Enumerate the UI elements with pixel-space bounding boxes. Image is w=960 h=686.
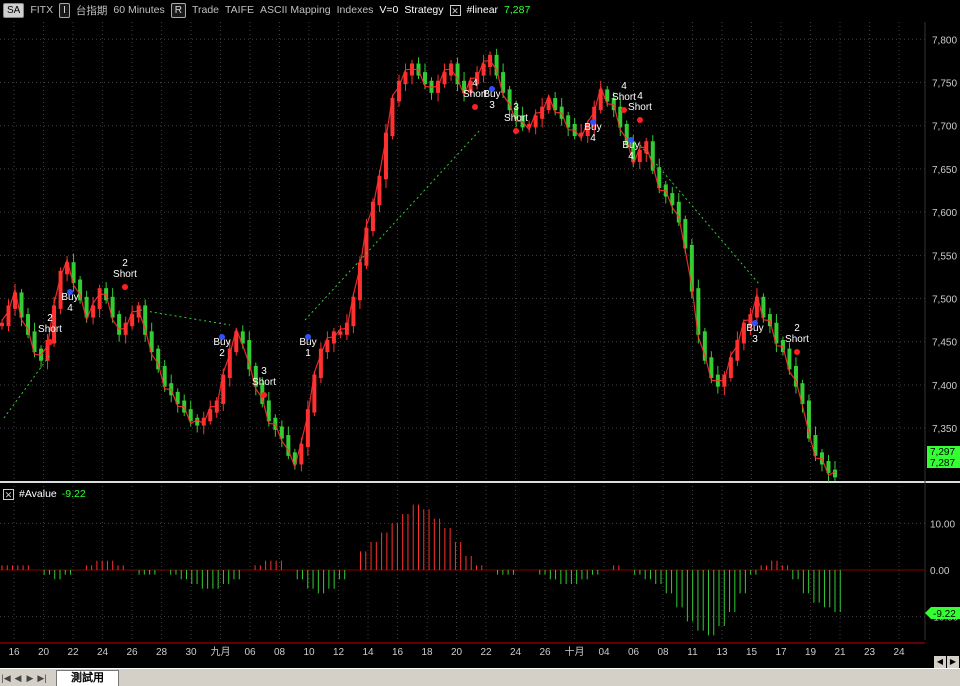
sheet-tab[interactable]: 測試用 [56,669,119,686]
horizontal-scrollbar[interactable]: ◀ ▶ [0,656,960,668]
candle-body [97,288,102,309]
signal-label: Short [785,334,809,345]
signal-marker [47,339,53,345]
signal-marker [637,117,643,123]
price-tick-label: 7,400 [932,381,957,392]
signal-marker [513,128,519,134]
candle-body [494,54,499,76]
osc-tick-label: 10.00 [930,519,955,530]
signal-number: 2 [47,313,53,324]
signal-marker [261,392,267,398]
candle-body [793,365,798,387]
price-tick-label: 7,350 [932,424,957,435]
candle-body [338,331,343,335]
candle-body [195,417,200,426]
signal-number: 4 [628,151,634,162]
candle-body [156,348,161,370]
signal-label: Buy [299,337,316,348]
osc-last-label: -9.22 [933,609,956,620]
last-sheet-icon[interactable]: ▶| [36,671,48,685]
signal-label: Short [252,377,276,388]
signal-label: Short [628,102,652,113]
oscillator-header: ✕ #Avalue -9.22 [3,487,86,501]
close-oscillator-icon[interactable]: ✕ [3,488,14,500]
price-tick-label: 7,600 [932,208,957,219]
signal-label: Buy [746,323,763,334]
signal-marker [122,284,128,290]
signal-marker [794,349,800,355]
candle-body [26,314,31,335]
signal-number: 4 [637,91,643,102]
signal-label: Buy [584,122,601,133]
signal-label: Buy [61,292,78,303]
signal-number: 4 [590,133,596,144]
prev-sheet-icon[interactable]: ◀ [12,671,24,685]
candle-body [0,322,4,327]
signal-number: 4 [472,78,478,89]
oscillator-name[interactable]: #Avalue [19,488,57,500]
signal-label: Buy [483,89,500,100]
price-tick-label: 7,650 [932,165,957,176]
signal-number: 2 [219,348,225,359]
signal-label: Short [504,113,528,124]
signal-number: 2 [122,258,128,269]
trend-dotted-line [304,129,481,321]
sheet-tab-bar: |◀ ◀ ▶ ▶| 測試用 [0,668,960,686]
price-chart[interactable]: 7,800 7,750 7,700 7,650 7,600 7,550 7,500 7,450… [0,0,960,686]
signal-marker [621,107,627,113]
trend-dotted-line [639,144,761,286]
next-sheet-icon[interactable]: ▶ [24,671,36,685]
signal-label: Buy [213,337,230,348]
signal-number: 3 [261,366,267,377]
signal-label: Buy [622,140,639,151]
price-tick-label: 7,500 [932,295,957,306]
last-price-label: 7,287 [930,458,955,469]
oscillator-value: -9.22 [61,488,86,500]
last-price-label: 7,297 [930,447,955,458]
signal-number: 3 [513,102,519,113]
signal-number: 4 [621,81,627,92]
signal-marker [472,104,478,110]
signal-label: Short [113,269,137,280]
candle-body [117,314,122,335]
signal-number: 3 [489,100,495,111]
signal-number: 4 [67,303,73,314]
first-sheet-icon[interactable]: |◀ [0,671,12,685]
signal-number: 3 [752,334,758,345]
candle-body [735,340,740,361]
signal-label: Short [38,324,62,335]
osc-tick-label: 0.00 [930,566,950,577]
price-tick-label: 7,700 [932,122,957,133]
price-tick-label: 7,450 [932,338,957,349]
candle-body [78,279,83,301]
trend-dotted-line [139,309,231,326]
price-tick-label: 7,750 [932,78,957,89]
price-tick-label: 7,800 [932,35,957,46]
scroll-left-button[interactable]: ◀ [934,656,946,668]
price-tick-label: 7,550 [932,251,957,262]
candle-body [833,469,837,478]
signal-number: 2 [794,323,800,334]
scroll-right-button[interactable]: ▶ [947,656,959,668]
signal-number: 1 [305,348,311,359]
